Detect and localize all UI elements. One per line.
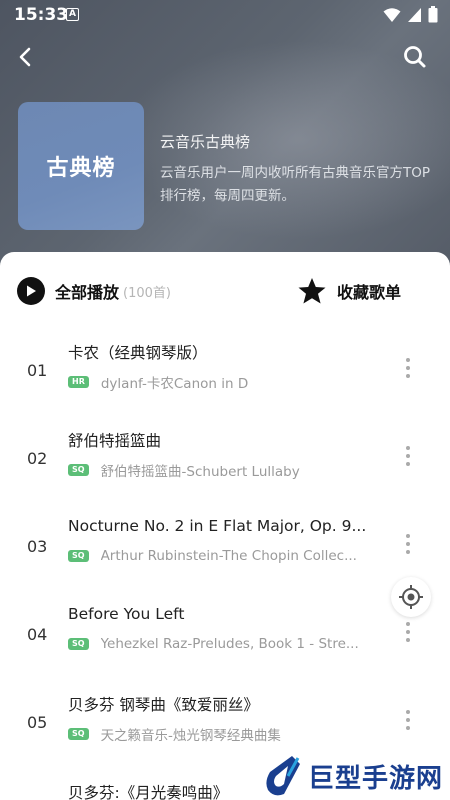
song-row[interactable]: 04 Before You Left SQ Yehezkel Raz-Prelu… <box>0 605 450 693</box>
search-icon <box>404 46 426 68</box>
playlist-description[interactable]: 云音乐用户一周内收听所有古典音乐官方TOP排行榜，每周四更新。 <box>160 162 440 208</box>
song-artist: 舒伯特摇篮曲-Schubert Lullaby <box>100 464 300 480</box>
crosshair-icon <box>399 585 423 609</box>
song-meta: SQ 舒伯特摇篮曲-Schubert Lullaby <box>68 460 368 480</box>
song-row[interactable]: 02 舒伯特摇篮曲 SQ 舒伯特摇篮曲-Schubert Lullaby <box>0 429 450 517</box>
song-title: 卡农（经典钢琴版） <box>68 344 208 362</box>
status-time: 15:33 <box>14 5 69 25</box>
play-icon <box>17 277 45 305</box>
song-index: 02 <box>27 449 48 468</box>
star-icon <box>298 278 326 304</box>
song-title: 舒伯特摇篮曲 <box>68 432 162 450</box>
locate-current-song-button[interactable] <box>391 577 431 617</box>
watermark-logo-icon <box>266 756 300 796</box>
song-artist: 天之籁音乐-烛光钢琴经典曲集 <box>100 728 281 744</box>
signal-icon <box>408 7 421 22</box>
watermark-text: 巨型手游网 <box>308 763 444 794</box>
quality-badge: HR <box>68 376 89 388</box>
more-options-icon[interactable] <box>398 441 418 471</box>
search-button[interactable] <box>400 42 430 72</box>
playlist-cover[interactable]: 古典榜 <box>18 102 144 230</box>
collect-label: 收藏歌单 <box>337 283 402 302</box>
song-title: Before You Left <box>68 605 185 623</box>
play-all-button[interactable]: 全部播放 (100首) <box>17 277 171 305</box>
song-title: 贝多芬 钢琴曲《致爱丽丝》 <box>68 696 259 714</box>
play-all-label: 全部播放 <box>55 283 120 302</box>
quality-badge: SQ <box>68 638 89 650</box>
more-options-icon[interactable] <box>398 705 418 735</box>
song-meta: HR dylanf-卡农Canon in D <box>68 372 368 392</box>
collect-playlist-button[interactable]: 收藏歌单 <box>297 277 401 305</box>
song-artist: dylanf-卡农Canon in D <box>100 376 249 392</box>
status-icons <box>383 6 438 23</box>
more-options-icon[interactable] <box>398 353 418 383</box>
song-meta: SQ Yehezkel Raz-Preludes, Book 1 - Stre.… <box>68 636 368 652</box>
more-options-icon[interactable] <box>398 529 418 559</box>
back-button[interactable] <box>10 42 40 72</box>
song-count: (100首) <box>123 285 171 301</box>
status-bar: 15:33 A <box>0 0 450 30</box>
wifi-icon <box>383 7 401 22</box>
quality-badge: SQ <box>68 550 89 562</box>
song-artist: Arthur Rubinstein-The Chopin Collec... <box>100 548 357 564</box>
song-row[interactable]: 01 卡农（经典钢琴版） HR dylanf-卡农Canon in D <box>0 341 450 429</box>
quality-badge: SQ <box>68 728 89 740</box>
song-meta: SQ 天之籁音乐-烛光钢琴经典曲集 <box>68 724 368 744</box>
notification-icon: A <box>66 8 79 21</box>
song-index: 05 <box>27 713 48 732</box>
watermark: 巨型手游网 <box>262 752 450 800</box>
song-artist: Yehezkel Raz-Preludes, Book 1 - Stre... <box>100 636 359 652</box>
cover-title: 古典榜 <box>46 156 116 181</box>
song-index: 01 <box>27 361 48 380</box>
song-index: 04 <box>27 625 48 644</box>
quality-badge: SQ <box>68 464 89 476</box>
chevron-left-icon <box>19 47 31 67</box>
playlist-name: 云音乐古典榜 <box>160 133 251 151</box>
song-title: Nocturne No. 2 in E Flat Major, Op. 9... <box>68 517 367 535</box>
battery-icon <box>428 6 438 23</box>
song-row[interactable]: 03 Nocturne No. 2 in E Flat Major, Op. 9… <box>0 517 450 605</box>
song-meta: SQ Arthur Rubinstein-The Chopin Collec..… <box>68 548 368 564</box>
more-options-icon[interactable] <box>398 617 418 647</box>
song-index: 03 <box>27 537 48 556</box>
